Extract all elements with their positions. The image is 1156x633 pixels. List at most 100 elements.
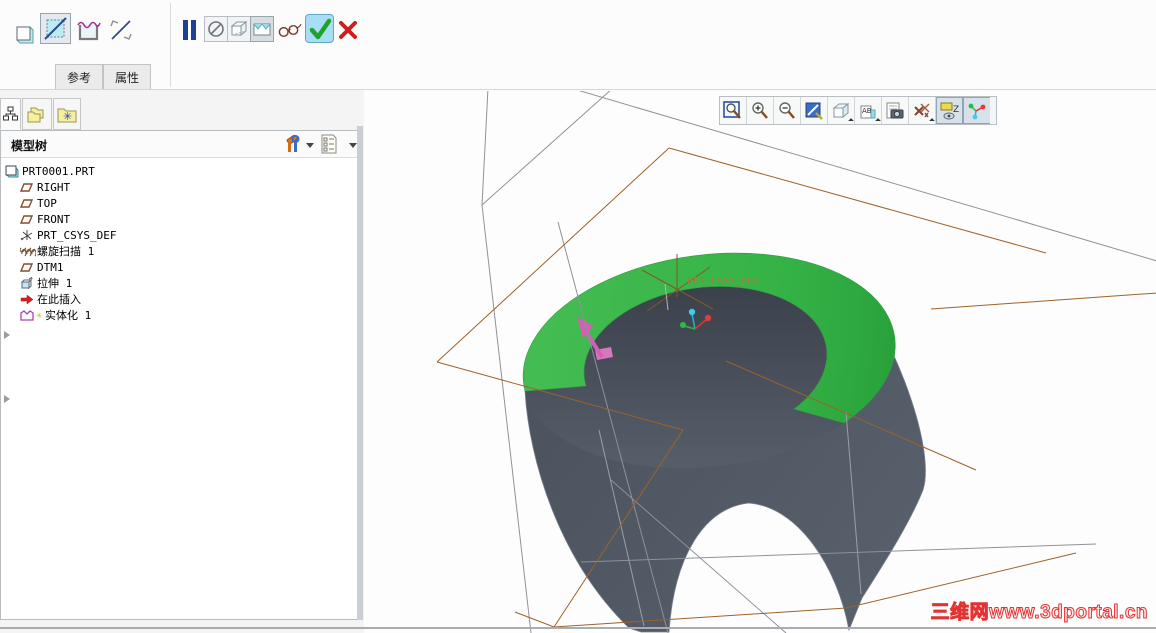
tree-item-right-plane[interactable]: RIGHT bbox=[1, 179, 357, 195]
new-feature-asterisk-icon: ✳ bbox=[36, 309, 43, 321]
tree-item-label: 螺旋扫描 1 bbox=[37, 245, 95, 258]
tree-item-label: TOP bbox=[37, 196, 57, 210]
dropdown-mark-icon bbox=[848, 118, 854, 124]
solid-cube-button[interactable] bbox=[11, 21, 37, 47]
folder-asterisk-icon: ✳ bbox=[57, 108, 77, 123]
tree-item-label: FRONT bbox=[37, 212, 71, 226]
tree-settings-tools-button[interactable] bbox=[284, 134, 301, 159]
part-icon bbox=[5, 165, 19, 178]
svg-text:Z: Z bbox=[953, 105, 959, 115]
refit-button[interactable] bbox=[720, 97, 747, 124]
svg-text:✳: ✳ bbox=[63, 110, 72, 123]
expand-arrow-icon[interactable] bbox=[4, 331, 10, 339]
model-tree-list: PRT0001.PRT RIGHT TOP FRONT PRT_CSYS_DEF bbox=[1, 159, 357, 619]
zoom-in-icon bbox=[752, 101, 768, 119]
datum-display-icon bbox=[914, 103, 930, 117]
datum-plane-icon bbox=[19, 261, 34, 274]
view-toolbar: AB Z bbox=[719, 96, 997, 125]
tree-item-csys[interactable]: PRT_CSYS_DEF bbox=[1, 227, 357, 243]
tree-item-helical-sweep[interactable]: 螺旋扫描 1 bbox=[1, 243, 357, 339]
annotation-display-icon: Z bbox=[940, 102, 959, 119]
display-style-cube-icon bbox=[832, 102, 850, 118]
cancel-button[interactable] bbox=[336, 17, 360, 43]
tree-columns-caret-icon[interactable] bbox=[349, 143, 357, 148]
insert-here-arrow-icon bbox=[20, 293, 34, 306]
extrude-icon bbox=[20, 276, 34, 290]
model-tree-panel: ✳ 模型树 PRT0001.PRT RIGHT TOP FRONT PRT_CS… bbox=[0, 90, 364, 633]
pause-icon bbox=[183, 20, 196, 40]
tree-columns-list-button[interactable] bbox=[321, 134, 337, 159]
zoom-out-button[interactable] bbox=[774, 97, 801, 124]
tab-properties[interactable]: 属性 bbox=[103, 64, 151, 89]
dashboard-toolbar: 参考 属性 bbox=[0, 0, 1156, 90]
refit-icon bbox=[723, 100, 741, 119]
expand-arrow-icon[interactable] bbox=[4, 395, 10, 403]
tree-item-dtm1[interactable]: DTM1 bbox=[1, 259, 357, 275]
dropdown-mark-icon bbox=[875, 118, 881, 124]
saved-views-button[interactable]: AB bbox=[855, 97, 882, 124]
verify-glasses-button[interactable] bbox=[276, 19, 303, 41]
no-preview-button[interactable] bbox=[204, 16, 228, 42]
triad-x-dot bbox=[704, 314, 712, 322]
flip-direction-icon bbox=[110, 20, 132, 40]
3d-scene[interactable]: PRT_CSYS_DEF bbox=[364, 91, 1156, 633]
tree-item-front-plane[interactable]: FRONT bbox=[1, 211, 357, 227]
model-tree-tab[interactable] bbox=[0, 98, 21, 130]
tree-structure-icon bbox=[3, 106, 18, 121]
accept-check-icon bbox=[309, 18, 331, 39]
triad-y-dot bbox=[680, 322, 686, 328]
saved-views-icon: AB bbox=[860, 105, 876, 118]
csys-icon bbox=[20, 229, 34, 242]
tree-item-label: PRT_CSYS_DEF bbox=[37, 228, 117, 242]
solid-cube-icon bbox=[16, 26, 34, 44]
shaded-preview-icon bbox=[253, 23, 271, 36]
dropdown-mark-icon bbox=[929, 118, 935, 124]
tree-item-label: 拉伸 1 bbox=[37, 277, 73, 290]
shaded-preview-button[interactable] bbox=[250, 16, 274, 42]
quilt-trim-button[interactable] bbox=[75, 16, 103, 44]
tree-item-label: 实体化 1 bbox=[45, 309, 92, 322]
zoom-in-button[interactable] bbox=[747, 97, 774, 124]
window-bottom-divider bbox=[0, 627, 1156, 629]
accept-button[interactable] bbox=[305, 14, 334, 43]
tree-item-top-plane[interactable]: TOP bbox=[1, 195, 357, 211]
triad-z-dot bbox=[688, 308, 696, 316]
display-style-button[interactable] bbox=[828, 97, 855, 124]
solidify-icon bbox=[20, 309, 34, 322]
model-tree-title: 模型树 bbox=[11, 139, 48, 153]
toolbar-divider bbox=[170, 3, 171, 87]
datum-display-button[interactable] bbox=[909, 97, 936, 124]
tree-item-extrude[interactable]: 拉伸 1 bbox=[1, 275, 357, 403]
tree-item-label: DTM1 bbox=[37, 260, 64, 274]
tab-references[interactable]: 参考 bbox=[55, 64, 103, 89]
tree-settings-caret-icon[interactable] bbox=[306, 143, 314, 148]
svg-text:AB: AB bbox=[862, 107, 872, 115]
no-preview-icon bbox=[208, 21, 224, 37]
datum-plane-icon bbox=[19, 181, 34, 194]
tree-item-insert-here[interactable]: 在此插入 bbox=[1, 291, 357, 307]
3d-viewport[interactable]: PRT_CSYS_DEF AB Z 三维网www.3dportal.cn bbox=[364, 91, 1156, 633]
panel-splitter[interactable] bbox=[357, 126, 363, 620]
snapshot-camera-icon bbox=[886, 102, 904, 118]
folders-icon bbox=[27, 107, 44, 122]
folder-browser-tab[interactable] bbox=[22, 98, 52, 130]
pause-button[interactable] bbox=[180, 17, 200, 43]
spin-center-button[interactable] bbox=[963, 97, 990, 124]
csys-label: PRT_CSYS_DEF bbox=[687, 276, 759, 287]
spin-center-icon bbox=[968, 103, 986, 119]
model-tree-header: 模型树 bbox=[1, 131, 357, 158]
favorites-tab[interactable]: ✳ bbox=[53, 98, 81, 130]
surface-hatch-button[interactable] bbox=[40, 13, 71, 44]
flip-direction-button[interactable] bbox=[107, 17, 135, 43]
tree-item-solidify[interactable]: ✳ 实体化 1 bbox=[1, 307, 357, 323]
wireframe-preview-button[interactable] bbox=[227, 16, 251, 42]
annotation-display-button[interactable]: Z bbox=[936, 97, 963, 124]
tree-item-label: PRT0001.PRT bbox=[22, 164, 95, 178]
surface-hatch-icon bbox=[44, 17, 67, 40]
repaint-button[interactable] bbox=[801, 97, 828, 124]
tab-references-label: 参考 bbox=[66, 70, 91, 85]
list-icon bbox=[321, 134, 337, 154]
repaint-icon bbox=[805, 102, 823, 120]
tree-item-part[interactable]: PRT0001.PRT bbox=[1, 163, 357, 179]
snapshot-button[interactable] bbox=[882, 97, 909, 124]
